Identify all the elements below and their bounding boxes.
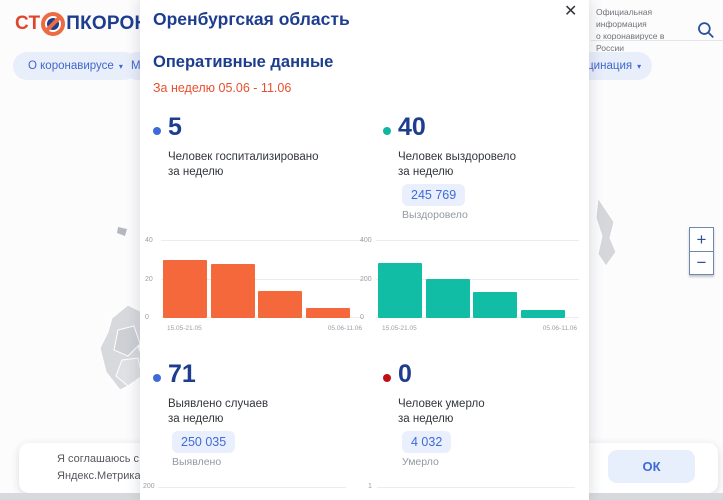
plot-area [161, 241, 364, 318]
stat-label: Человек выздоровело за неделю [398, 150, 516, 180]
stat-dot [383, 127, 391, 135]
partial-chart-gridline [377, 487, 575, 488]
official-info-search[interactable]: Официальная информация о коронавирусе в … [596, 6, 716, 54]
partial-chart-gridline [158, 487, 346, 488]
virus-no-entry-icon [41, 12, 65, 36]
period-label: За неделю 05.06 - 11.06 [153, 81, 291, 95]
plot-area [376, 241, 579, 318]
section-title: Оперативные данные [153, 53, 333, 72]
stat-value: 71 [168, 360, 196, 389]
stat-value: 0 [398, 360, 412, 389]
logo-text-prefix: СТ [15, 13, 40, 35]
stat-value: 40 [398, 113, 426, 142]
y-axis: 0200400 [359, 241, 375, 318]
stat-dot [153, 127, 161, 135]
cookie-ok-button[interactable]: ОК [608, 450, 695, 483]
total-badge: 245 769 [402, 184, 465, 206]
stat-label: Выявлено случаев за неделю [168, 397, 268, 427]
chart-recovered-weekly: 0200400 15.05-21.0505.06-11.06 [359, 236, 585, 332]
stat-label: Человек умерло за неделю [398, 397, 485, 427]
y-axis: 02040 [144, 241, 160, 318]
partial-chart-ytick: 1 [368, 483, 372, 490]
official-info-text: Официальная информация о коронавирусе в … [596, 6, 690, 54]
x-axis: 15.05-21.0505.06-11.06 [376, 325, 579, 332]
search-icon[interactable] [696, 20, 716, 40]
partial-chart-ytick: 200 [143, 483, 155, 490]
chart-hospitalized-weekly: 02040 15.05-21.0505.06-11.06 [144, 236, 370, 332]
page-root: СТ ПКОРОНАВИ Официальная информация о ко… [0, 0, 723, 500]
search-divider [591, 40, 723, 41]
total-badge-label: Выздоровело [402, 209, 468, 221]
x-axis: 15.05-21.0505.06-11.06 [161, 325, 364, 332]
total-badge-label: Выявлено [172, 456, 221, 468]
map-zoom-in-button[interactable]: + [690, 228, 713, 251]
nav-item-about-coronavirus[interactable]: О коронавирусе ▾ [13, 52, 138, 80]
region-title: Оренбургская область [153, 9, 350, 30]
nav-label: О коронавирусе [28, 60, 114, 72]
map-zoom-out-button[interactable]: − [690, 251, 713, 274]
total-badge-label: Умерло [402, 456, 439, 468]
stat-label: Человек госпитализировано за неделю [168, 150, 319, 180]
stat-dot [153, 374, 161, 382]
stat-dot [383, 374, 391, 382]
chevron-down-icon: ▾ [637, 62, 641, 71]
region-data-modal: ✕ Оренбургская область Оперативные данны… [140, 0, 589, 500]
total-badge: 4 032 [402, 431, 451, 453]
stat-value: 5 [168, 113, 182, 142]
total-badge: 250 035 [172, 431, 235, 453]
map-zoom-control: + − [689, 227, 714, 275]
close-icon[interactable]: ✕ [564, 1, 577, 21]
